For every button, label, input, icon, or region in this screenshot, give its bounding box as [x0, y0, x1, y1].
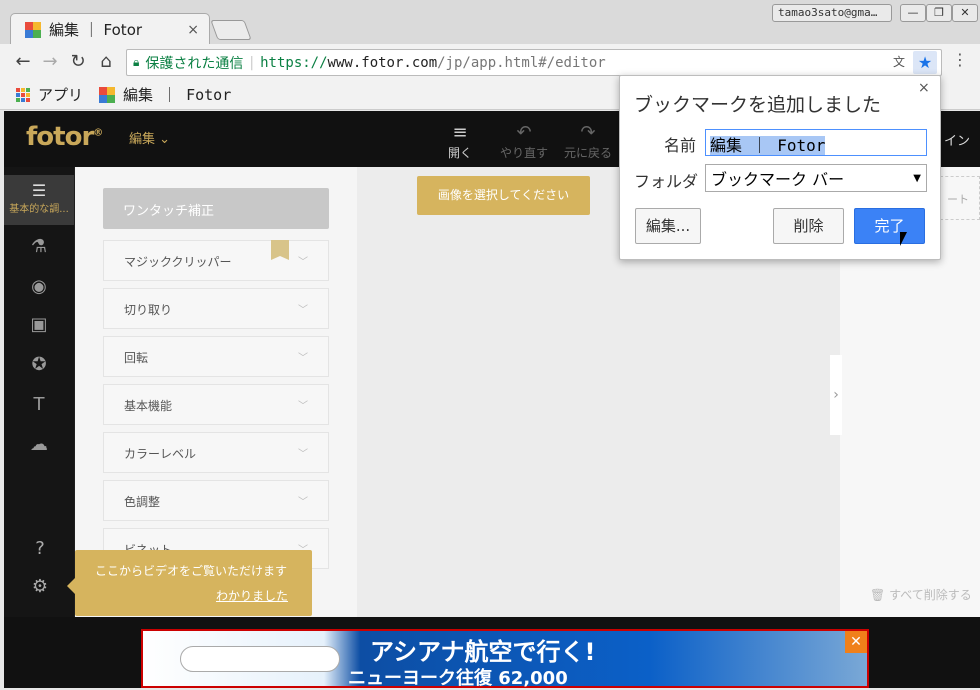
help-icon[interactable]: ?: [26, 538, 54, 566]
header-right-fragment[interactable]: イン: [944, 130, 970, 149]
chevron-down-icon: ﹀: [298, 497, 308, 508]
address-bar[interactable]: 🔒︎ 保護された通信 | https://www.fotor.com/jp/ap…: [126, 49, 942, 76]
open-menu-icon: ≡: [452, 122, 468, 143]
new-tab-button[interactable]: [210, 20, 252, 40]
tab-title: 編集 ｜ Fotor: [49, 21, 143, 39]
redo-tool[interactable]: ↶ やり直す: [496, 122, 552, 161]
bookmark-star-icon[interactable]: ★: [913, 51, 937, 74]
home-icon[interactable]: ⌂: [94, 50, 118, 74]
got-it-link[interactable]: わかりました: [216, 587, 288, 604]
video-tooltip: ここからビデオをご覧いただけます わかりました: [75, 550, 312, 616]
lock-icon: 🔒︎: [133, 55, 140, 69]
select-image-tooltip: 画像を選択してください: [417, 176, 590, 215]
translate-icon[interactable]: 文: [890, 53, 908, 71]
url-path: /jp/app.html#/editor: [437, 54, 606, 71]
tab-close-icon[interactable]: ×: [187, 22, 199, 38]
chevron-down-icon: ﹀: [298, 449, 308, 460]
panel-item[interactable]: 回転 ﹀: [103, 336, 329, 377]
cloud-upload-icon[interactable]: ☁: [24, 430, 54, 460]
redo-icon: ↷: [580, 122, 596, 143]
right-panel-fragment[interactable]: ート: [940, 176, 980, 220]
forward-icon[interactable]: →: [38, 50, 62, 74]
bookmark-name-input[interactable]: 編集 ｜ Fotor: [705, 129, 927, 156]
profile-button[interactable]: tamao3sato@gma…: [772, 4, 892, 22]
panel-item[interactable]: 色調整 ﹀: [103, 480, 329, 521]
chevron-down-icon: ﹀: [298, 401, 308, 412]
sticker-icon[interactable]: ✪: [24, 350, 54, 380]
name-label: 名前: [664, 136, 697, 155]
ad-headline: アシアナ航空で行く!: [370, 638, 596, 666]
chevron-down-icon: ﹀: [298, 257, 308, 268]
open-tool[interactable]: ≡ 開く: [432, 122, 488, 161]
fotor-bookmark[interactable]: 編集 ｜ Fotor: [123, 84, 231, 105]
chevron-down-icon: ﹀: [298, 305, 308, 316]
sliders-icon: ☰: [31, 181, 47, 200]
dropdown-arrow-icon: ▼: [913, 172, 921, 184]
panel-item[interactable]: 基本機能 ﹀: [103, 384, 329, 425]
fotor-favicon-icon: [99, 86, 116, 103]
trash-icon: 🗑︎: [870, 588, 890, 602]
window-close-button[interactable]: ✕: [952, 4, 978, 22]
url-scheme: https://: [260, 54, 328, 71]
delete-all-button[interactable]: 🗑︎ すべて削除する: [870, 586, 972, 603]
chevron-down-icon: ⌄: [159, 132, 171, 147]
remove-button[interactable]: 削除: [773, 208, 844, 244]
chevron-right-icon[interactable]: ›: [830, 355, 842, 435]
ad-subline: ニューヨーク往復 62,000: [348, 668, 568, 689]
panel-item[interactable]: 切り取り ﹀: [103, 288, 329, 329]
ad-close-button[interactable]: ✕: [845, 631, 867, 653]
omnibox-separator: |: [249, 54, 255, 71]
panel-item[interactable]: マジッククリッパー ﹀: [103, 240, 329, 281]
tooltip-arrow: [67, 578, 75, 594]
apps-grid-icon[interactable]: [16, 87, 30, 102]
reload-icon[interactable]: ↻: [66, 50, 90, 74]
eye-icon[interactable]: ◉: [24, 272, 54, 302]
edit-button[interactable]: 編集...: [635, 208, 701, 244]
fotor-favicon-icon: [25, 21, 41, 38]
back-icon[interactable]: ←: [11, 50, 35, 74]
minimize-button[interactable]: —: [900, 4, 926, 22]
url-host: www.fotor.com: [327, 54, 438, 71]
security-label: 保護された通信: [145, 55, 244, 72]
airplane-image: [180, 646, 340, 672]
edit-menu[interactable]: 編集 ⌄: [129, 128, 170, 147]
bubble-close-icon[interactable]: ×: [918, 80, 930, 96]
apps-bookmark[interactable]: アプリ: [38, 84, 83, 105]
folder-label: フォルダ: [634, 172, 699, 191]
mouse-cursor-icon: [900, 232, 907, 246]
undo-tool[interactable]: ↷ 元に戻る: [560, 122, 616, 161]
sidebar-item-basic[interactable]: ☰ 基本的な調...: [4, 175, 74, 225]
folder-select[interactable]: ブックマーク バー ▼: [705, 164, 927, 192]
flask-icon[interactable]: ⚗: [24, 232, 54, 262]
browser-tab[interactable]: 編集 ｜ Fotor ×: [10, 13, 210, 45]
panel-item[interactable]: カラーレベル ﹀: [103, 432, 329, 473]
bubble-title: ブックマークを追加しました: [634, 94, 882, 116]
fotor-logo[interactable]: fotor®: [26, 122, 103, 152]
gear-icon[interactable]: ⚙: [26, 576, 54, 604]
restore-button[interactable]: ❐: [926, 4, 952, 22]
undo-icon: ↶: [516, 122, 532, 143]
one-touch-enhance-button[interactable]: ワンタッチ補正: [103, 188, 329, 229]
browser-menu-icon[interactable]: ⋮: [950, 50, 970, 74]
chevron-down-icon: ﹀: [298, 353, 308, 364]
text-icon[interactable]: T: [24, 390, 54, 420]
frame-icon[interactable]: ▣: [24, 310, 54, 340]
done-button[interactable]: 完了: [854, 208, 925, 244]
